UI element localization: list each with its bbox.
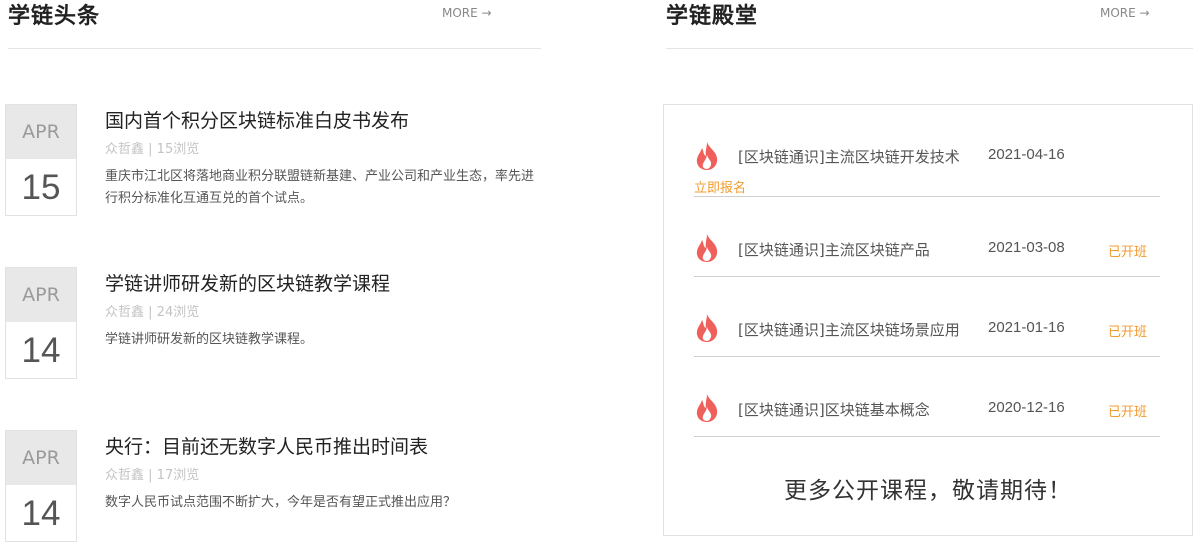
course-item[interactable]: [区块链通识]主流区块链场景应用 2021-01-16 已开班 xyxy=(694,276,1160,357)
course-date: 2020-12-16 xyxy=(988,399,1065,416)
fire-icon xyxy=(696,234,718,262)
news-views: 24浏览 xyxy=(156,305,200,320)
date-day: 14 xyxy=(21,331,61,370)
coming-soon-note: 更多公开课程，敬请期待！ xyxy=(784,478,1072,504)
divider xyxy=(8,48,541,49)
date-month: APR xyxy=(6,268,76,322)
news-meta: 众哲鑫 | 15浏览 xyxy=(105,142,200,157)
course-item[interactable]: [区块链通识]主流区块链开发技术 2021-04-16 立即报名 xyxy=(694,116,1160,197)
course-section-title: 学链殿堂 xyxy=(666,4,759,29)
news-more-link[interactable]: MORE → xyxy=(442,6,492,20)
news-title[interactable]: 国内首个积分区块链标准白皮书发布 xyxy=(105,106,409,133)
date-day: 14 xyxy=(21,494,61,533)
news-description: 重庆市江北区将落地商业积分联盟链新基建、产业公司和产业生态，率先进行积分标准化互… xyxy=(105,169,535,206)
fire-icon xyxy=(696,314,718,342)
news-author: 众哲鑫 xyxy=(105,468,145,483)
course-title[interactable]: [区块链通识]主流区块链产品 xyxy=(738,239,930,260)
course-title[interactable]: [区块链通识]主流区块链开发技术 xyxy=(738,146,960,167)
date-month: APR xyxy=(6,431,76,485)
news-title[interactable]: 央行：目前还无数字人民币推出时间表 xyxy=(105,432,428,459)
date-badge: APR 14 xyxy=(5,430,77,542)
course-panel: [区块链通识]主流区块链开发技术 2021-04-16 立即报名 [区块链通识]… xyxy=(663,104,1193,536)
course-item[interactable]: [区块链通识]主流区块链产品 2021-03-08 已开班 xyxy=(694,196,1160,277)
news-views: 15浏览 xyxy=(156,142,200,157)
status-badge: 已开班 xyxy=(1108,405,1148,420)
divider xyxy=(666,48,1193,49)
news-author: 众哲鑫 xyxy=(105,305,145,320)
date-month: APR xyxy=(6,105,76,159)
course-item[interactable]: [区块链通识]区块链基本概念 2020-12-16 已开班 xyxy=(694,356,1160,437)
news-description: 学链讲师研发新的区块链教学课程。 xyxy=(105,332,314,347)
date-day: 15 xyxy=(21,168,61,207)
news-author: 众哲鑫 xyxy=(105,142,145,157)
course-date: 2021-04-16 xyxy=(988,146,1065,163)
date-badge: APR 15 xyxy=(5,104,77,216)
course-title[interactable]: [区块链通识]区块链基本概念 xyxy=(738,399,930,420)
status-badge: 已开班 xyxy=(1108,245,1148,260)
news-description: 数字人民币试点范围不断扩大，今年是否有望正式推出应用？ xyxy=(105,495,457,510)
course-date: 2021-01-16 xyxy=(988,319,1065,336)
course-date: 2021-03-08 xyxy=(988,239,1065,256)
news-item[interactable]: APR 14 央行：目前还无数字人民币推出时间表 众哲鑫 | 17浏览 数字人民… xyxy=(5,430,545,542)
fire-icon xyxy=(696,142,718,170)
fire-icon xyxy=(696,394,718,422)
course-title[interactable]: [区块链通识]主流区块链场景应用 xyxy=(738,319,960,340)
date-badge: APR 14 xyxy=(5,267,77,379)
signup-link[interactable]: 立即报名 xyxy=(694,177,746,196)
news-meta: 众哲鑫 | 24浏览 xyxy=(105,305,200,320)
news-item[interactable]: APR 15 国内首个积分区块链标准白皮书发布 众哲鑫 | 15浏览 重庆市江北… xyxy=(5,104,545,216)
status-badge: 已开班 xyxy=(1108,325,1148,340)
course-more-link[interactable]: MORE → xyxy=(1100,6,1150,20)
news-meta: 众哲鑫 | 17浏览 xyxy=(105,468,200,483)
news-item[interactable]: APR 14 学链讲师研发新的区块链教学课程 众哲鑫 | 24浏览 学链讲师研发… xyxy=(5,267,545,379)
news-title[interactable]: 学链讲师研发新的区块链教学课程 xyxy=(105,269,390,296)
news-section-title: 学链头条 xyxy=(8,4,101,29)
news-views: 17浏览 xyxy=(156,468,200,483)
